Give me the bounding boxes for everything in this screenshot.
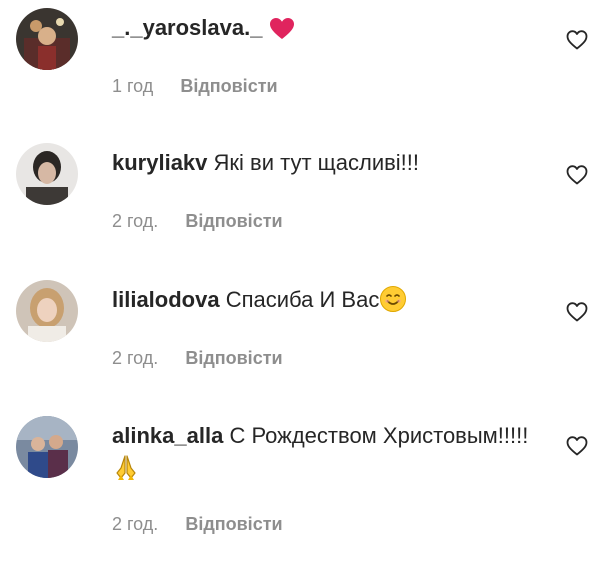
- comment-item: lilialodova Спасиба И Вас 2 год. Відпові…: [0, 272, 600, 392]
- heart-outline-icon[interactable]: [565, 163, 589, 187]
- reply-button[interactable]: Відповісти: [180, 76, 277, 96]
- avatar-image: [16, 280, 78, 342]
- comment-time[interactable]: 1 год: [112, 76, 153, 96]
- comment-time[interactable]: 2 год.: [112, 211, 158, 231]
- reply-button[interactable]: Відповісти: [185, 514, 282, 534]
- comment-username[interactable]: kuryliakv: [112, 150, 207, 175]
- heart-outline-icon[interactable]: [565, 28, 589, 52]
- comment-meta: 2 год. Відповісти: [112, 514, 283, 535]
- avatar[interactable]: [16, 8, 78, 70]
- comment-text: Спасиба И Вас: [225, 287, 380, 312]
- comment-username[interactable]: _._yaroslava._: [112, 15, 262, 40]
- avatar[interactable]: [16, 143, 78, 205]
- comment-item: _._yaroslava._ 1 год Відповісти: [0, 0, 600, 120]
- comment-content: alinka_alla С Рождеством Христовым!!!!!: [112, 420, 552, 484]
- comment-item: alinka_alla С Рождеством Христовым!!!!! …: [0, 408, 600, 561]
- reply-button[interactable]: Відповісти: [185, 348, 282, 368]
- comment-username[interactable]: alinka_alla: [112, 423, 223, 448]
- comment-meta: 2 год. Відповісти: [112, 348, 283, 369]
- comments-list: _._yaroslava._ 1 год Відповісти kuryliak…: [0, 0, 600, 561]
- comment-time[interactable]: 2 год.: [112, 348, 158, 368]
- comment-username[interactable]: lilialodova: [112, 287, 220, 312]
- folded-hands-emoji: [112, 453, 140, 481]
- comment-item: kuryliakv Які ви тут щасливі!!! 2 год. В…: [0, 135, 600, 255]
- comment-meta: 1 год Відповісти: [112, 76, 278, 97]
- avatar[interactable]: [16, 416, 78, 478]
- comment-time[interactable]: 2 год.: [112, 514, 158, 534]
- comment-meta: 2 год. Відповісти: [112, 211, 283, 232]
- comment-text: С Рождеством Христовым!!!!!: [229, 423, 529, 448]
- reply-button[interactable]: Відповісти: [185, 211, 282, 231]
- comment-text: Які ви тут щасливі!!!: [213, 150, 420, 175]
- comment-content: kuryliakv Які ви тут щасливі!!!: [112, 147, 552, 179]
- avatar[interactable]: [16, 280, 78, 342]
- avatar-image: [16, 143, 78, 205]
- red-heart-emoji: [269, 17, 295, 41]
- heart-outline-icon[interactable]: [565, 434, 589, 458]
- comment-content: _._yaroslava._: [112, 12, 552, 44]
- avatar-image: [16, 8, 78, 70]
- comment-content: lilialodova Спасиба И Вас: [112, 284, 552, 316]
- smiling-face-emoji: [379, 285, 407, 313]
- avatar-image: [16, 416, 78, 478]
- heart-outline-icon[interactable]: [565, 300, 589, 324]
